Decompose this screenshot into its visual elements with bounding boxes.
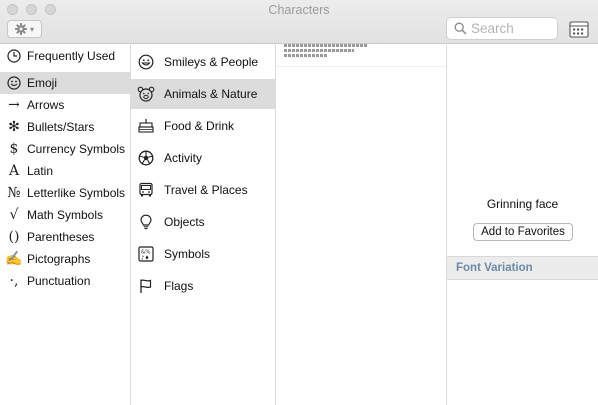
smiley-icon [3,76,25,90]
subcategory-label: Animals & Nature [164,87,258,101]
category-letterlike-symbols[interactable]: № Letterlike Symbols [0,182,130,204]
cake-icon [135,118,157,134]
arrow-icon: → [8,97,20,113]
category-latin[interactable]: A Latin [0,160,130,182]
subcategory-smileys-people[interactable]: Smileys & People [131,47,275,77]
numero-icon: № [7,185,21,201]
subcategory-label: Objects [164,215,205,229]
parentheses-icon: () [8,229,20,245]
subcategory-symbols[interactable]: &% ♪♦ Symbols [131,239,275,269]
category-label: Bullets/Stars [27,120,95,134]
subcategory-activity[interactable]: Activity [131,143,275,173]
punctuation-icon: ·, [9,273,19,289]
category-label: Currency Symbols [27,142,126,156]
bear-icon [135,86,157,102]
category-currency-symbols[interactable]: $ Currency Symbols [0,138,130,160]
search-field[interactable] [446,17,558,40]
category-label: Arrows [27,98,65,112]
subcategory-objects[interactable]: Objects [131,207,275,237]
subcategory-label: Smileys & People [164,55,259,69]
flag-icon [135,278,157,294]
bus-icon [135,182,157,198]
category-parentheses[interactable]: () Parentheses [0,226,130,248]
subcategory-list: Smileys & People Animals & Nature Food &… [131,45,276,405]
subcategory-food-drink[interactable]: Food & Drink [131,111,275,141]
action-menu-button[interactable]: ▾ [7,20,42,38]
category-frequently-used[interactable]: Frequently Used [0,45,130,67]
title-bar: Characters ▾ [0,0,598,44]
subcategory-travel-places[interactable]: Travel & Places [131,175,275,205]
subcategory-label: Symbols [164,247,211,261]
category-label: Letterlike Symbols [27,186,126,200]
category-math-symbols[interactable]: √ Math Symbols [0,204,130,226]
add-to-favorites-button[interactable]: Add to Favorites [473,223,573,241]
subcategory-label: Travel & Places [164,183,248,197]
search-icon [454,22,467,35]
category-label: Math Symbols [27,208,104,222]
pencil-icon: ✍ [5,251,23,267]
category-label: Frequently Used [27,49,116,63]
asterisk-icon: ✻ [8,119,20,135]
font-variation-header[interactable]: Font Variation [447,256,598,280]
character-detail-pane: Grinning face Add to Favorites Font Vari… [447,45,598,405]
character-grid-view-icon[interactable] [569,21,589,38]
category-label: Latin [27,164,54,178]
smiley-icon [135,54,157,70]
category-punctuation[interactable]: ·, Punctuation [0,270,130,292]
subcategory-label: Flags [164,279,194,293]
character-grid[interactable] [276,44,447,405]
subcategory-label: Food & Drink [164,119,235,133]
latin-a-icon: A [8,163,20,179]
chevron-down-icon: ▾ [29,24,34,34]
category-label: Parentheses [27,230,95,244]
character-name: Grinning face [486,197,559,211]
category-arrows[interactable]: → Arrows [0,94,130,116]
subcategory-animals-nature[interactable]: Animals & Nature [131,79,275,109]
category-pictographs[interactable]: ✍ Pictographs [0,248,130,270]
character-row [284,44,368,62]
category-emoji[interactable]: Emoji [0,72,130,94]
dollar-icon: $ [9,141,19,157]
sqrt-icon: √ [9,207,19,223]
category-label: Punctuation [27,274,91,288]
category-label: Pictographs [27,252,91,266]
lightbulb-icon [135,214,157,230]
svg-text:♪♦: ♪♦ [141,254,149,261]
window-title: Characters [268,3,330,17]
symbols-icon: &% ♪♦ [135,246,157,262]
soccer-ball-icon [135,150,157,166]
category-list: Frequently Used Emoji → Arrows ✻ Bullets… [0,45,131,405]
search-input[interactable] [471,20,555,37]
category-label: Emoji [27,76,58,90]
clock-icon [3,49,25,63]
subcategory-flags[interactable]: Flags [131,271,275,301]
subcategory-label: Activity [164,151,203,165]
category-bullets-stars[interactable]: ✻ Bullets/Stars [0,116,130,138]
row-divider [276,66,446,67]
gear-icon [14,23,27,35]
